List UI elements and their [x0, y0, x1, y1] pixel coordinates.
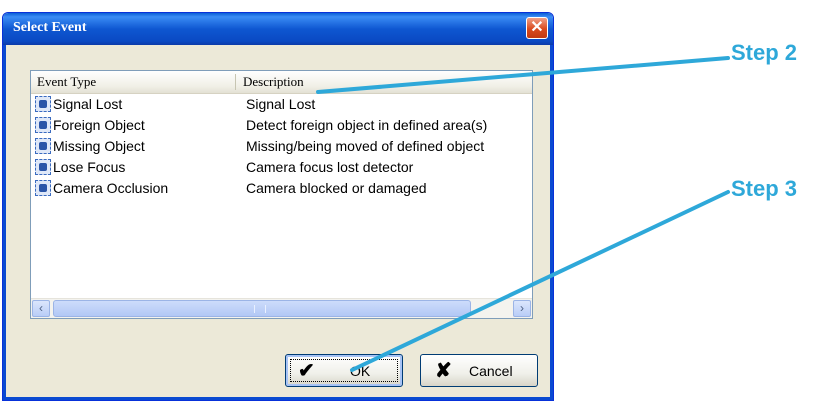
close-button[interactable]: ✕ — [526, 17, 548, 39]
event-description: Detect foreign object in defined area(s) — [246, 117, 488, 133]
list-item-foreign-object[interactable]: Foreign Object Detect foreign object in … — [31, 115, 532, 136]
event-description: Signal Lost — [246, 96, 316, 112]
foreign-object-icon — [35, 117, 51, 133]
list-item-missing-object[interactable]: Missing Object Missing/being moved of de… — [31, 136, 532, 157]
event-type: Camera Occlusion — [53, 180, 169, 196]
event-type: Signal Lost — [53, 96, 123, 112]
scrollbar-thumb[interactable] — [53, 300, 471, 317]
list-item-camera-occlusion[interactable]: Camera Occlusion Camera blocked or damag… — [31, 178, 532, 199]
title-bar[interactable]: Select Event ✕ — [3, 13, 553, 45]
event-type: Foreign Object — [53, 117, 145, 133]
list-item-lose-focus[interactable]: Lose Focus Camera focus lost detector — [31, 157, 532, 178]
list-rows: Signal Lost Signal Lost Foreign Object D… — [31, 94, 532, 199]
checkmark-icon: ✔ — [298, 360, 315, 382]
close-icon: ✕ — [530, 19, 544, 36]
step-3-callout: Step 3 — [731, 176, 798, 201]
ok-button[interactable]: ✔ OK — [285, 354, 403, 387]
list-header: Event Type Description — [31, 71, 532, 94]
step-2-callout: Step 2 — [731, 40, 798, 65]
signal-lost-icon — [35, 96, 51, 112]
cancel-button[interactable]: ✘ Cancel — [420, 354, 538, 387]
event-description: Missing/being moved of defined object — [246, 138, 485, 154]
column-header-event-type[interactable]: Event Type — [37, 71, 233, 93]
cross-icon: ✘ — [435, 360, 452, 382]
event-list[interactable]: Event Type Description Signal Lost Signa… — [30, 70, 533, 319]
chevron-left-icon: ‹ — [39, 301, 43, 315]
window-frame-left — [3, 45, 6, 400]
select-event-dialog: Select Event ✕ Event Type Description Si… — [2, 12, 554, 401]
event-description: Camera blocked or damaged — [246, 180, 427, 196]
camera-occlusion-icon — [35, 180, 51, 196]
cancel-button-label: Cancel — [469, 363, 513, 379]
dialog-title: Select Event — [13, 20, 87, 35]
event-type: Lose Focus — [53, 159, 126, 175]
window-frame-bottom — [3, 397, 553, 400]
missing-object-icon — [35, 138, 51, 154]
scroll-left-button[interactable]: ‹ — [32, 300, 50, 317]
list-item-signal-lost[interactable]: Signal Lost Signal Lost — [31, 94, 532, 115]
event-description: Camera focus lost detector — [246, 159, 414, 175]
column-divider[interactable] — [235, 74, 236, 90]
window-frame-right — [550, 45, 553, 400]
chevron-right-icon: › — [520, 301, 524, 315]
horizontal-scrollbar[interactable]: ‹ › — [31, 298, 532, 318]
scrollbar-grip — [254, 305, 266, 313]
column-header-description[interactable]: Description — [243, 71, 523, 93]
scroll-right-button[interactable]: › — [513, 300, 531, 317]
ok-button-label: OK — [350, 363, 371, 379]
lose-focus-icon — [35, 159, 51, 175]
event-type: Missing Object — [53, 138, 145, 154]
